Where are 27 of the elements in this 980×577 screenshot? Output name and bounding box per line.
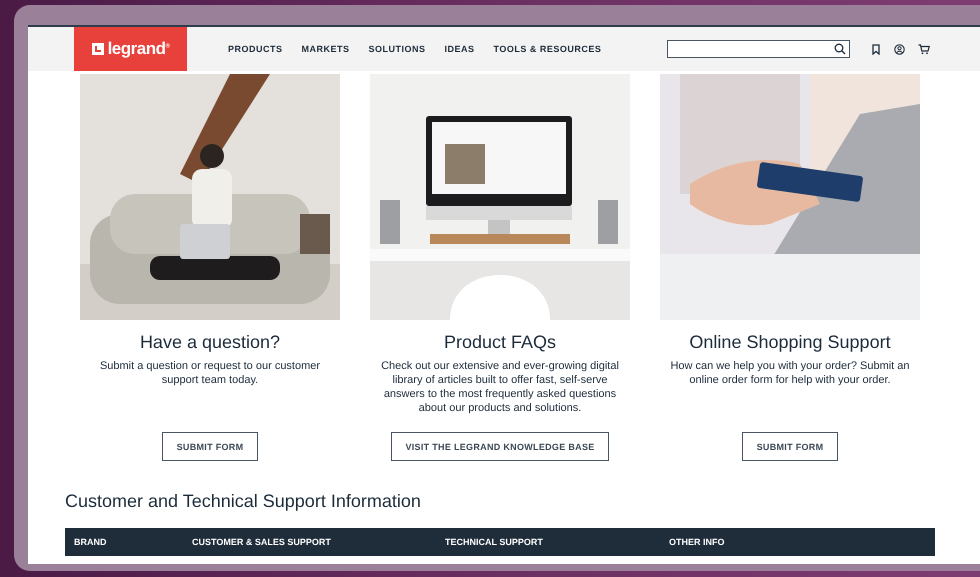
card-text: How can we help you with your order? Submit an online order form for help with your order. [670,359,910,387]
nav-link[interactable]: PRODUCTS [228,44,283,54]
column-header: TECHNICAL SUPPORT [445,537,544,547]
legrand-logo[interactable]: legrand$^{®}$ [74,27,187,71]
nav-link[interactable]: SOLUTIONS [368,44,426,54]
card-text: Check out our extensive and ever-growing digital library of articles built to offer fast, self-serve answers to the most frequently asked questions about our products and solutions. [380,359,620,415]
search-icon [834,43,846,55]
column-header: OTHER INFO [669,537,724,547]
card-button[interactable]: SUBMIT FORM [162,432,258,461]
logo-text: legrand$^{®}$ [108,39,170,59]
card-button[interactable]: VISIT THE LEGRAND KNOWLEDGE BASE [391,432,609,461]
nav-link[interactable]: TOOLS & RESOURCES [494,44,602,54]
card-button[interactable]: SUBMIT FORM [742,432,838,461]
column-header: BRAND [74,537,108,547]
card-title: Online Shopping Support [689,332,891,353]
card-title: Have a question? [140,332,280,353]
column-header: CUSTOMER & SALES SUPPORT [192,537,332,547]
nav-link[interactable]: IDEAS [444,44,475,54]
nav-link[interactable]: MARKETS [302,44,350,54]
cart-icon[interactable] [918,44,930,54]
account-icon[interactable] [894,44,906,54]
search-field[interactable] [667,40,850,58]
card-title: Product FAQs [444,332,556,353]
bookmark-icon[interactable] [871,44,882,54]
logo-mark-icon [92,43,104,55]
section-title: Customer and Technical Support Information [65,491,422,512]
card-text: Submit a question or request to our customer support team today. [98,359,322,387]
